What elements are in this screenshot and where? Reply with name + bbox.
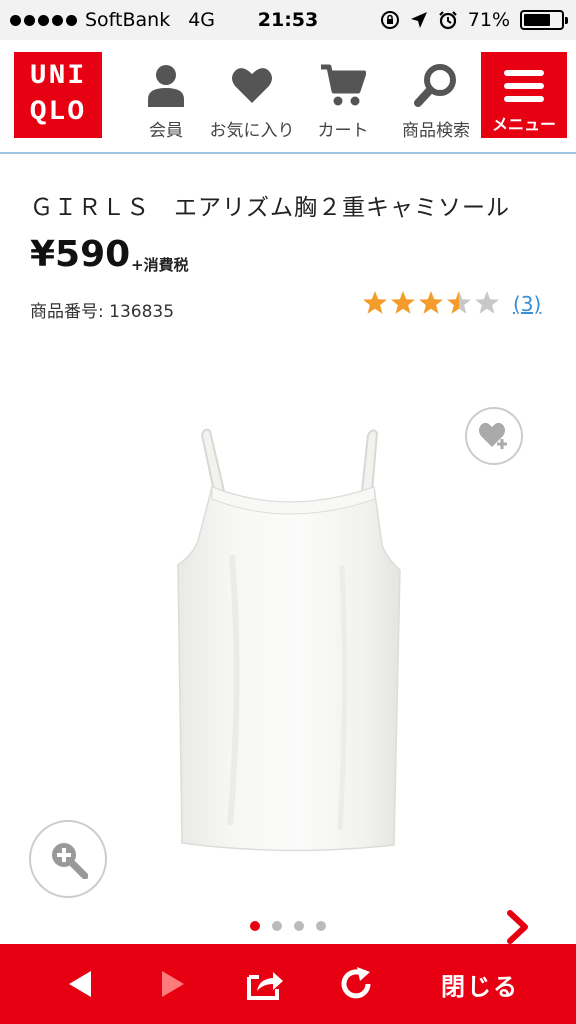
status-bar: SoftBank 4G 21:53 71% — [0, 0, 576, 40]
heart-plus-icon — [479, 422, 507, 449]
back-arrow-icon — [69, 971, 91, 997]
pagination-dot[interactable] — [272, 921, 282, 931]
back-button[interactable] — [50, 944, 110, 1024]
star-icon — [391, 291, 415, 314]
logo-line-2: QLO — [29, 97, 87, 128]
next-image-arrow-icon[interactable] — [506, 910, 530, 944]
battery-percent: 71% — [467, 9, 510, 31]
nav-cart[interactable]: カート — [314, 60, 372, 141]
heart-icon — [232, 68, 272, 103]
reload-icon — [341, 967, 371, 999]
nav-favorites-label: お気に入り — [209, 121, 295, 141]
nav-search-label: 商品検索 — [402, 121, 470, 141]
close-label: 閉じる — [441, 972, 519, 1001]
product-title: ＧＩＲＬＳ エアリズム胸２重キャミソール — [30, 195, 510, 221]
tax-note: +消費税 — [131, 256, 189, 274]
pagination-dot[interactable] — [316, 921, 326, 931]
star-icon — [447, 291, 471, 314]
nav-member[interactable]: 会員 — [141, 60, 191, 141]
add-favorite-button[interactable] — [465, 407, 523, 465]
pagination-dot[interactable] — [294, 921, 304, 931]
forward-button[interactable] — [143, 944, 203, 1024]
location-arrow-icon — [410, 12, 427, 28]
reload-button[interactable] — [325, 944, 387, 1024]
review-count-link[interactable]: (3) — [513, 292, 541, 316]
nav-favorites[interactable]: お気に入り — [206, 60, 298, 141]
cart-icon — [321, 64, 366, 106]
zoom-button[interactable] — [29, 820, 107, 898]
image-pagination — [250, 921, 326, 931]
nav-member-label: 会員 — [149, 121, 183, 141]
pagination-dot[interactable] — [250, 921, 260, 931]
bottom-toolbar: 閉じる — [0, 944, 576, 1024]
product-number: 商品番号: 136835 — [30, 302, 175, 322]
rotation-lock-icon — [380, 11, 399, 29]
product-image[interactable] — [172, 425, 404, 855]
person-icon — [148, 65, 184, 107]
star-icon — [475, 291, 499, 314]
share-button[interactable] — [234, 944, 296, 1024]
star-icon — [363, 291, 387, 314]
nav-cart-label: カート — [317, 121, 369, 141]
hamburger-icon — [481, 52, 567, 102]
site-header: UNI QLO 会員 お気に入り カート 商品検索 メニュー — [0, 40, 576, 154]
star-icon — [419, 291, 443, 314]
menu-label: メニュー — [491, 115, 556, 134]
close-button[interactable]: 閉じる — [420, 944, 540, 1024]
battery-icon — [520, 10, 568, 30]
product-price: ¥590 — [30, 234, 131, 275]
logo-line-1: UNI — [29, 61, 87, 92]
alarm-icon — [438, 11, 457, 30]
search-icon — [414, 64, 456, 107]
menu-button[interactable]: メニュー — [481, 52, 567, 138]
status-right: 71% — [380, 9, 568, 31]
forward-arrow-icon — [162, 971, 184, 997]
share-icon — [247, 972, 283, 1000]
zoom-in-icon — [52, 843, 88, 879]
rating-stars — [362, 290, 500, 316]
nav-search[interactable]: 商品検索 — [398, 60, 474, 141]
uniqlo-logo[interactable]: UNI QLO — [14, 52, 102, 138]
